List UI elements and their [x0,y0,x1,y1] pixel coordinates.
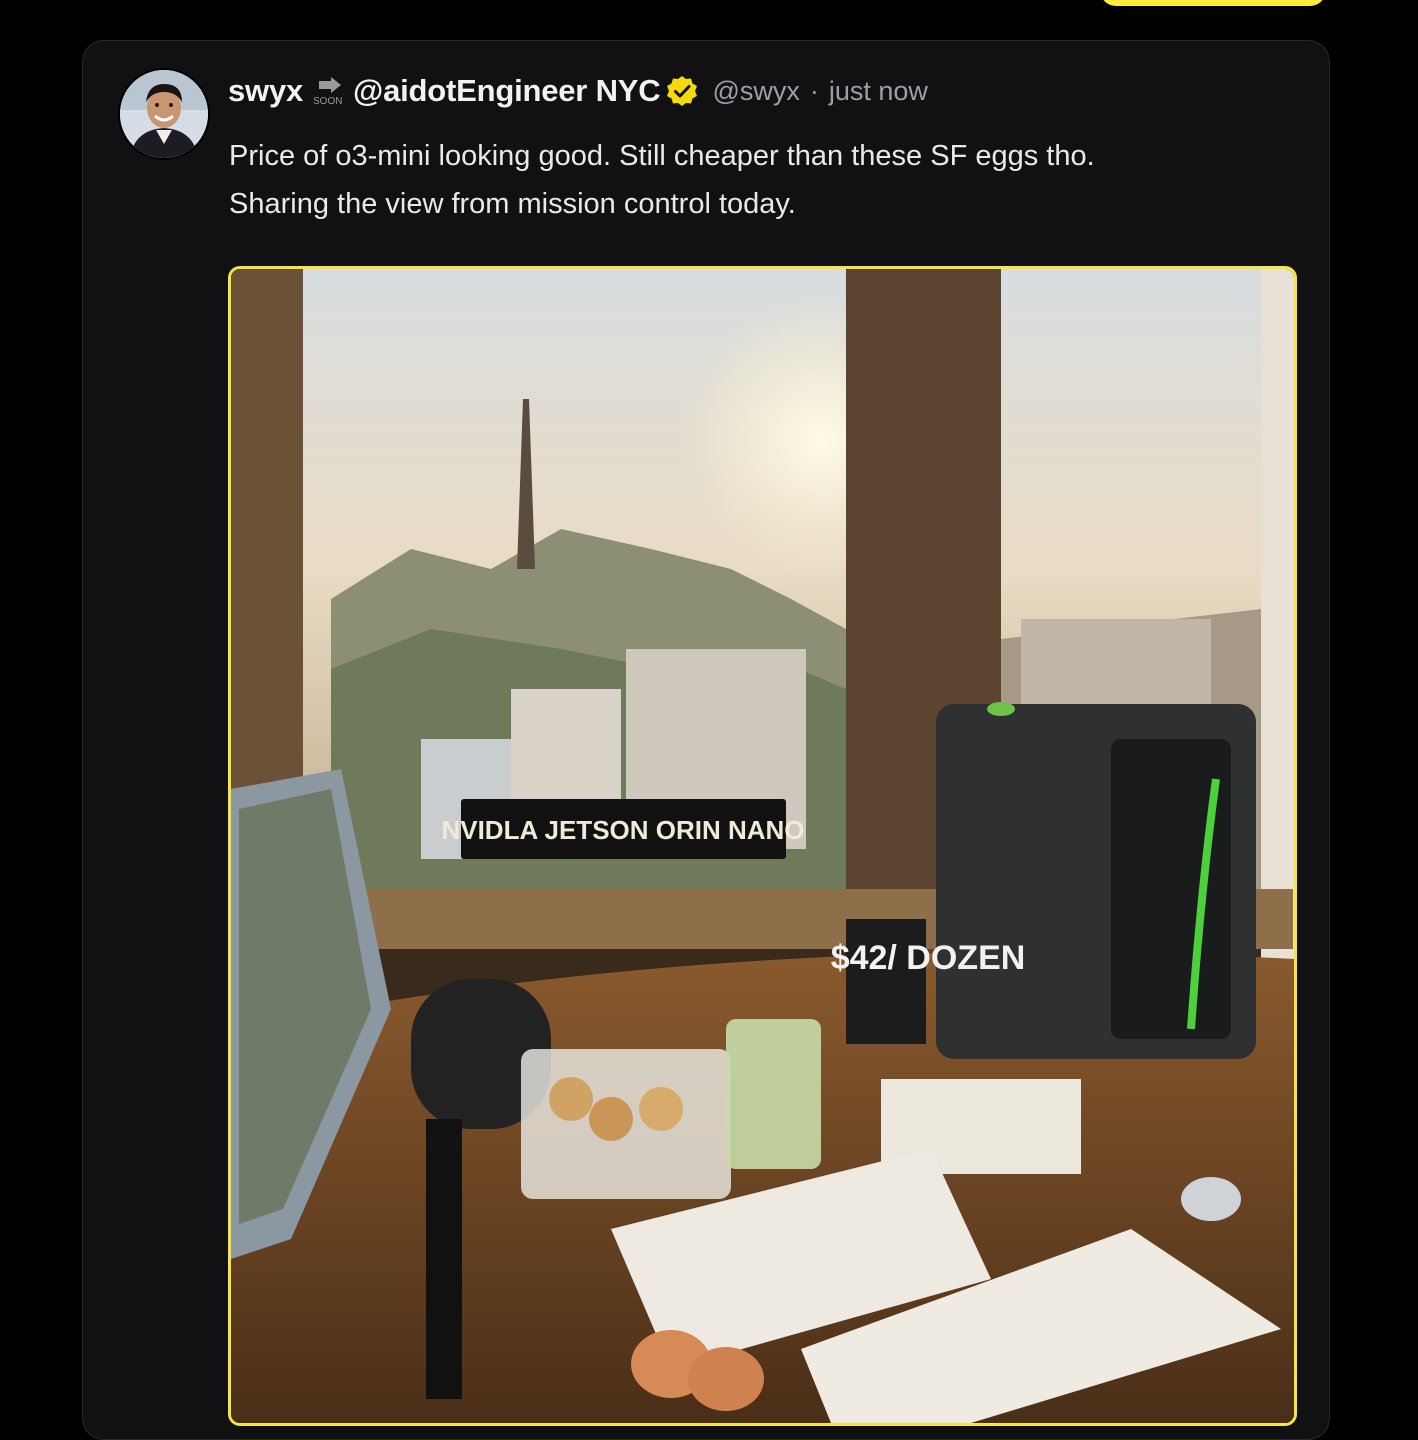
tweet-text: Price of o3-mini looking good. Still che… [229,132,1289,228]
nvidia-sign-text: NVIDLA JETSON ORIN NANO [441,815,804,845]
top-yellow-button[interactable] [1100,0,1326,6]
display-name-suffix[interactable]: @aidotEngineer NYC [353,73,661,109]
tweet-text-line: Price of o3-mini looking good. Still che… [229,140,1095,172]
soon-arrow-icon: SOON [311,75,347,107]
soon-label: SOON [313,96,342,107]
display-name[interactable]: swyx [228,73,303,109]
timestamp[interactable]: just now [829,76,928,107]
tweet-header: swyx SOON @aidotEngineer NYC @swyx · jus… [228,70,928,112]
tweet-image[interactable]: NVIDLA JETSON ORIN NANO $42/ DOZEN [228,266,1297,1426]
handle[interactable]: @swyx [712,76,799,107]
separator-dot: · [809,75,819,106]
tweet-text-line: Sharing the view from mission control to… [229,188,796,220]
price-card-text: $42/ DOZEN [831,939,1026,977]
verified-badge-icon [666,75,698,107]
avatar[interactable] [118,68,210,160]
